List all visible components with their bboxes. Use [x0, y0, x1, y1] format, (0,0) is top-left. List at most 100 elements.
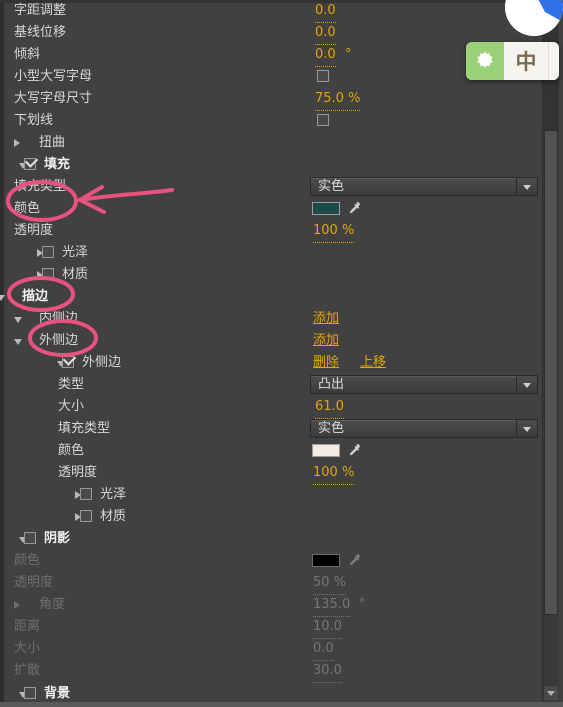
property-row-stroke-inner: 内侧边 添加 [0, 308, 537, 330]
stroke-opacity-label: 透明度 [58, 465, 98, 480]
shadow-size-value[interactable]: 0.0 [313, 638, 334, 661]
property-row-stroke-material: 材质 [0, 506, 537, 528]
shadow-label: 阴影 [44, 531, 71, 546]
stroke-inner-label: 内侧边 [39, 311, 79, 326]
fill-opacity-label: 透明度 [14, 223, 54, 238]
fill-type-dropdown[interactable]: 实色 [310, 177, 538, 196]
property-row-baseline-shift: 基线位移 0.0 [0, 22, 537, 45]
property-row-tracking: 字距调整 0.0 [0, 0, 537, 23]
property-row-stroke-outer: 外侧边 添加 [0, 330, 537, 352]
stroke-outer-item-link-2[interactable]: 上移 [360, 352, 386, 374]
stroke-material-checkbox[interactable] [80, 510, 92, 522]
stroke-outer-link[interactable]: 添加 [313, 330, 339, 352]
distort-disclosure-right-icon[interactable] [14, 139, 20, 147]
input-method-bar[interactable]: 中 [466, 42, 559, 80]
shadow-checkbox[interactable] [24, 532, 36, 544]
property-row-all-caps-size: 大写字母尺寸 75.0 % [0, 88, 537, 111]
property-row-shadow-spread: 扩散 30.0 [0, 660, 537, 683]
shadow-spread-value[interactable]: 30.0 [313, 660, 342, 683]
shadow-angle-unit: ° [359, 597, 366, 612]
stroke-inner-disclosure-down-icon[interactable] [14, 317, 22, 323]
background-checkbox[interactable] [24, 687, 36, 699]
underline-label: 下划线 [14, 113, 54, 128]
shadow-angle-disclosure-right-icon[interactable] [14, 601, 20, 609]
tracking-value[interactable]: 0.0 [315, 0, 336, 23]
shadow-opacity-label: 透明度 [14, 575, 54, 590]
shadow-distance-value[interactable]: 10.0 [313, 616, 342, 639]
fill-type-label: 填充类型 [14, 179, 67, 194]
stroke-gloss-label: 光泽 [100, 487, 127, 502]
stroke-outer-item-check-icon [62, 352, 77, 366]
skew-label: 倾斜 [14, 47, 41, 62]
gear-icon[interactable] [466, 42, 504, 80]
stroke-color-label: 颜色 [58, 443, 85, 458]
shadow-color-swatch[interactable] [312, 554, 340, 567]
property-row-small-caps: 小型大写字母 [0, 66, 537, 88]
property-row-stroke-size: 大小 61.0 [0, 396, 537, 419]
eyedropper-icon[interactable] [346, 201, 362, 217]
shadow-angle-label: 角度 [39, 597, 66, 612]
ime-bar-edge [548, 42, 559, 80]
shadow-spread-label: 扩散 [14, 663, 41, 678]
property-row-fill-type: 填充类型 实色 [0, 176, 538, 198]
distort-label: 扭曲 [39, 135, 66, 150]
fill-gloss-checkbox[interactable] [42, 246, 54, 258]
fill-color-swatch[interactable] [312, 202, 340, 215]
fill-opacity-value[interactable]: 100 % [313, 220, 355, 243]
stroke-outer-item-checkbox[interactable] [62, 352, 77, 368]
stroke-fill-type-dropdown-value: 实色 [318, 421, 345, 436]
fill-gloss-label: 光泽 [62, 245, 89, 260]
stroke-disclosure-down-icon[interactable] [0, 295, 5, 301]
property-row-stroke-color: 颜色 [0, 440, 537, 462]
stroke-type-label: 类型 [58, 377, 85, 392]
chevron-down-icon[interactable] [516, 420, 537, 437]
underline-value-checkbox[interactable] [317, 114, 329, 126]
scrollbar-thumb[interactable] [544, 130, 558, 615]
property-row-stroke-outer-item: 外侧边 删除 上移 [0, 352, 537, 374]
stroke-color-swatch[interactable] [312, 444, 340, 457]
property-row-shadow-size: 大小 0.0 [0, 638, 537, 661]
property-row-stroke-type: 类型 凸出 [0, 374, 538, 396]
fill-label: 填充 [44, 157, 71, 172]
shadow-size-label: 大小 [14, 641, 41, 656]
stroke-label: 描边 [22, 289, 49, 304]
baseline-shift-label: 基线位移 [14, 25, 67, 40]
stroke-inner-link[interactable]: 添加 [313, 308, 339, 330]
chevron-down-icon[interactable] [516, 376, 537, 393]
stroke-type-dropdown[interactable]: 凸出 [310, 375, 538, 394]
property-row-shadow: 阴影 [0, 528, 537, 550]
fill-check-icon [24, 154, 39, 168]
stroke-gloss-checkbox[interactable] [80, 488, 92, 500]
all-caps-size-label: 大写字母尺寸 [14, 91, 93, 106]
property-row-distort: 扭曲 [0, 132, 537, 154]
skew-value[interactable]: 0.0 [315, 44, 336, 67]
chevron-down-icon[interactable] [516, 178, 537, 195]
fill-color-label: 颜色 [14, 201, 41, 216]
eyedropper-icon[interactable] [346, 443, 362, 459]
ime-mode-label[interactable]: 中 [504, 42, 548, 80]
property-rows: 字距调整 0.0 基线位移 0.0 倾斜 0.0 ° 小型大写字母大写字母尺寸 75.0 % 下划… [0, 0, 538, 702]
stroke-fill-type-dropdown[interactable]: 实色 [310, 419, 538, 438]
small-caps-value-checkbox[interactable] [317, 70, 329, 82]
fill-checkbox[interactable] [24, 154, 39, 170]
property-row-shadow-opacity: 透明度 50 % [0, 572, 537, 595]
property-row-fill-opacity: 透明度 100 % [0, 220, 537, 243]
all-caps-size-value[interactable]: 75.0 % [315, 88, 361, 111]
property-panel: 字距调整 0.0 基线位移 0.0 倾斜 0.0 ° 小型大写字母大写字母尺寸 75.0 % 下划… [0, 0, 563, 707]
shadow-opacity-value[interactable]: 50 % [313, 572, 347, 595]
stroke-outer-disclosure-down-icon[interactable] [14, 339, 22, 345]
shadow-angle-value[interactable]: 135.0 [313, 594, 351, 617]
fill-material-checkbox[interactable] [42, 268, 54, 280]
scrollbar-down-arrow-icon[interactable] [544, 686, 558, 700]
stroke-size-value[interactable]: 61.0 [315, 396, 344, 419]
stroke-outer-item-link[interactable]: 删除 [313, 352, 339, 374]
stroke-outer-label: 外侧边 [39, 333, 79, 348]
shadow-distance-label: 距离 [14, 619, 41, 634]
property-row-fill: 填充 [0, 154, 537, 176]
baseline-shift-value[interactable]: 0.0 [315, 22, 336, 45]
eyedropper-icon[interactable] [346, 553, 362, 569]
stroke-opacity-value[interactable]: 100 % [313, 462, 355, 485]
property-row-skew: 倾斜 0.0 ° [0, 44, 537, 67]
stroke-type-dropdown-value: 凸出 [318, 377, 345, 392]
background-label: 背景 [44, 686, 71, 701]
